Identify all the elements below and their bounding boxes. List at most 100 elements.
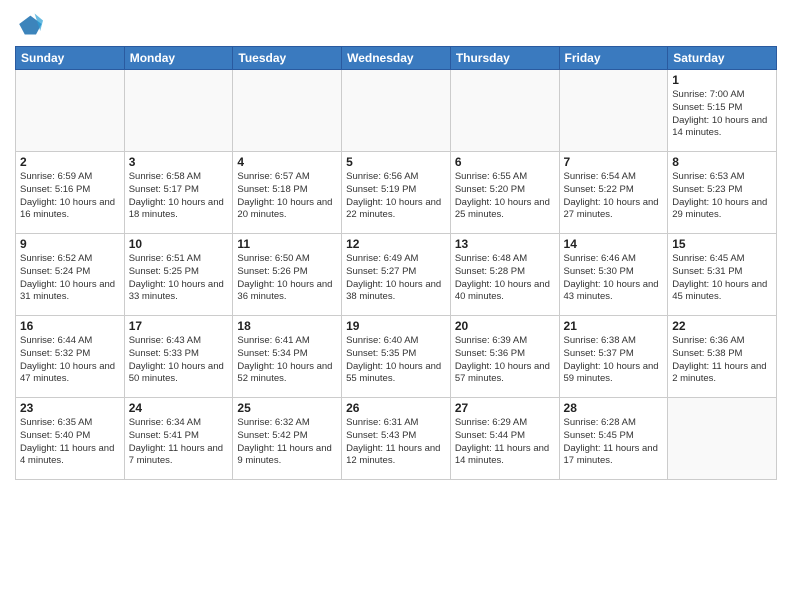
calendar: SundayMondayTuesdayWednesdayThursdayFrid… <box>15 46 777 480</box>
calendar-cell <box>559 70 668 152</box>
day-info: Sunrise: 6:44 AM Sunset: 5:32 PM Dayligh… <box>20 335 120 386</box>
day-number: 28 <box>564 401 664 415</box>
page: SundayMondayTuesdayWednesdayThursdayFrid… <box>0 0 792 612</box>
calendar-cell: 7 Sunrise: 6:54 AM Sunset: 5:22 PM Daylig… <box>559 152 668 234</box>
calendar-cell: 28 Sunrise: 6:28 AM Sunset: 5:45 PM Dayli… <box>559 398 668 480</box>
calendar-cell: 24 Sunrise: 6:34 AM Sunset: 5:41 PM Dayli… <box>124 398 233 480</box>
calendar-cell: 22 Sunrise: 6:36 AM Sunset: 5:38 PM Dayli… <box>668 316 777 398</box>
day-info: Sunrise: 6:49 AM Sunset: 5:27 PM Dayligh… <box>346 253 446 304</box>
calendar-cell: 20 Sunrise: 6:39 AM Sunset: 5:36 PM Dayli… <box>450 316 559 398</box>
weekday-tuesday: Tuesday <box>233 47 342 70</box>
day-number: 13 <box>455 237 555 251</box>
day-number: 17 <box>129 319 229 333</box>
calendar-cell <box>124 70 233 152</box>
weekday-header-row: SundayMondayTuesdayWednesdayThursdayFrid… <box>16 47 777 70</box>
calendar-cell: 3Sunrise: 6:58 AM Sunset: 5:17 PM Daylig… <box>124 152 233 234</box>
day-number: 22 <box>672 319 772 333</box>
day-number: 27 <box>455 401 555 415</box>
calendar-cell: 12 Sunrise: 6:49 AM Sunset: 5:27 PM Dayli… <box>342 234 451 316</box>
calendar-cell: 18 Sunrise: 6:41 AM Sunset: 5:34 PM Dayli… <box>233 316 342 398</box>
calendar-week-2: 2 Sunrise: 6:59 AM Sunset: 5:16 PM Daylig… <box>16 152 777 234</box>
logo <box>15 10 47 38</box>
calendar-cell: 17 Sunrise: 6:43 AM Sunset: 5:33 PM Dayli… <box>124 316 233 398</box>
calendar-cell: 14Sunrise: 6:46 AM Sunset: 5:30 PM Dayli… <box>559 234 668 316</box>
day-info: Sunrise: 6:58 AM Sunset: 5:17 PM Dayligh… <box>129 171 229 222</box>
day-number: 21 <box>564 319 664 333</box>
day-info: Sunrise: 6:38 AM Sunset: 5:37 PM Dayligh… <box>564 335 664 386</box>
calendar-cell: 16 Sunrise: 6:44 AM Sunset: 5:32 PM Dayli… <box>16 316 125 398</box>
day-info: Sunrise: 6:36 AM Sunset: 5:38 PM Dayligh… <box>672 335 772 386</box>
day-number: 20 <box>455 319 555 333</box>
day-info: Sunrise: 6:54 AM Sunset: 5:22 PM Dayligh… <box>564 171 664 222</box>
logo-icon <box>15 10 43 38</box>
calendar-cell <box>450 70 559 152</box>
day-info: Sunrise: 6:34 AM Sunset: 5:41 PM Dayligh… <box>129 417 229 468</box>
day-info: Sunrise: 6:50 AM Sunset: 5:26 PM Dayligh… <box>237 253 337 304</box>
weekday-friday: Friday <box>559 47 668 70</box>
day-info: Sunrise: 6:56 AM Sunset: 5:19 PM Dayligh… <box>346 171 446 222</box>
calendar-cell: 4 Sunrise: 6:57 AM Sunset: 5:18 PM Daylig… <box>233 152 342 234</box>
calendar-body: 1 Sunrise: 7:00 AM Sunset: 5:15 PM Daylig… <box>16 70 777 480</box>
calendar-cell: 2 Sunrise: 6:59 AM Sunset: 5:16 PM Daylig… <box>16 152 125 234</box>
day-number: 2 <box>20 155 120 169</box>
day-info: Sunrise: 7:00 AM Sunset: 5:15 PM Dayligh… <box>672 89 772 140</box>
day-info: Sunrise: 6:43 AM Sunset: 5:33 PM Dayligh… <box>129 335 229 386</box>
day-info: Sunrise: 6:55 AM Sunset: 5:20 PM Dayligh… <box>455 171 555 222</box>
day-number: 10 <box>129 237 229 251</box>
calendar-cell: 19Sunrise: 6:40 AM Sunset: 5:35 PM Dayli… <box>342 316 451 398</box>
day-number: 7 <box>564 155 664 169</box>
day-number: 25 <box>237 401 337 415</box>
day-info: Sunrise: 6:53 AM Sunset: 5:23 PM Dayligh… <box>672 171 772 222</box>
day-info: Sunrise: 6:41 AM Sunset: 5:34 PM Dayligh… <box>237 335 337 386</box>
day-number: 24 <box>129 401 229 415</box>
day-number: 1 <box>672 73 772 87</box>
calendar-cell: 21 Sunrise: 6:38 AM Sunset: 5:37 PM Dayli… <box>559 316 668 398</box>
day-info: Sunrise: 6:57 AM Sunset: 5:18 PM Dayligh… <box>237 171 337 222</box>
calendar-week-1: 1 Sunrise: 7:00 AM Sunset: 5:15 PM Daylig… <box>16 70 777 152</box>
weekday-wednesday: Wednesday <box>342 47 451 70</box>
calendar-week-3: 9Sunrise: 6:52 AM Sunset: 5:24 PM Daylig… <box>16 234 777 316</box>
day-info: Sunrise: 6:35 AM Sunset: 5:40 PM Dayligh… <box>20 417 120 468</box>
day-number: 26 <box>346 401 446 415</box>
calendar-cell: 11 Sunrise: 6:50 AM Sunset: 5:26 PM Dayli… <box>233 234 342 316</box>
day-number: 6 <box>455 155 555 169</box>
day-info: Sunrise: 6:59 AM Sunset: 5:16 PM Dayligh… <box>20 171 120 222</box>
weekday-sunday: Sunday <box>16 47 125 70</box>
calendar-cell <box>233 70 342 152</box>
day-info: Sunrise: 6:29 AM Sunset: 5:44 PM Dayligh… <box>455 417 555 468</box>
day-number: 5 <box>346 155 446 169</box>
calendar-cell: 15 Sunrise: 6:45 AM Sunset: 5:31 PM Dayli… <box>668 234 777 316</box>
calendar-cell <box>342 70 451 152</box>
day-info: Sunrise: 6:46 AM Sunset: 5:30 PM Dayligh… <box>564 253 664 304</box>
calendar-week-5: 23Sunrise: 6:35 AM Sunset: 5:40 PM Dayli… <box>16 398 777 480</box>
day-number: 15 <box>672 237 772 251</box>
day-info: Sunrise: 6:31 AM Sunset: 5:43 PM Dayligh… <box>346 417 446 468</box>
day-info: Sunrise: 6:39 AM Sunset: 5:36 PM Dayligh… <box>455 335 555 386</box>
calendar-header: SundayMondayTuesdayWednesdayThursdayFrid… <box>16 47 777 70</box>
day-number: 16 <box>20 319 120 333</box>
day-info: Sunrise: 6:40 AM Sunset: 5:35 PM Dayligh… <box>346 335 446 386</box>
calendar-cell: 27 Sunrise: 6:29 AM Sunset: 5:44 PM Dayli… <box>450 398 559 480</box>
day-number: 12 <box>346 237 446 251</box>
day-info: Sunrise: 6:48 AM Sunset: 5:28 PM Dayligh… <box>455 253 555 304</box>
day-info: Sunrise: 6:45 AM Sunset: 5:31 PM Dayligh… <box>672 253 772 304</box>
day-number: 18 <box>237 319 337 333</box>
day-info: Sunrise: 6:28 AM Sunset: 5:45 PM Dayligh… <box>564 417 664 468</box>
calendar-cell: 5 Sunrise: 6:56 AM Sunset: 5:19 PM Daylig… <box>342 152 451 234</box>
day-number: 4 <box>237 155 337 169</box>
calendar-cell: 23Sunrise: 6:35 AM Sunset: 5:40 PM Dayli… <box>16 398 125 480</box>
day-number: 8 <box>672 155 772 169</box>
weekday-saturday: Saturday <box>668 47 777 70</box>
calendar-cell: 8 Sunrise: 6:53 AM Sunset: 5:23 PM Daylig… <box>668 152 777 234</box>
day-info: Sunrise: 6:52 AM Sunset: 5:24 PM Dayligh… <box>20 253 120 304</box>
day-number: 11 <box>237 237 337 251</box>
day-info: Sunrise: 6:51 AM Sunset: 5:25 PM Dayligh… <box>129 253 229 304</box>
calendar-cell: 6 Sunrise: 6:55 AM Sunset: 5:20 PM Daylig… <box>450 152 559 234</box>
calendar-cell <box>668 398 777 480</box>
weekday-thursday: Thursday <box>450 47 559 70</box>
weekday-monday: Monday <box>124 47 233 70</box>
calendar-week-4: 16 Sunrise: 6:44 AM Sunset: 5:32 PM Dayli… <box>16 316 777 398</box>
calendar-cell: 26 Sunrise: 6:31 AM Sunset: 5:43 PM Dayli… <box>342 398 451 480</box>
calendar-cell: 1 Sunrise: 7:00 AM Sunset: 5:15 PM Daylig… <box>668 70 777 152</box>
header <box>15 10 777 38</box>
